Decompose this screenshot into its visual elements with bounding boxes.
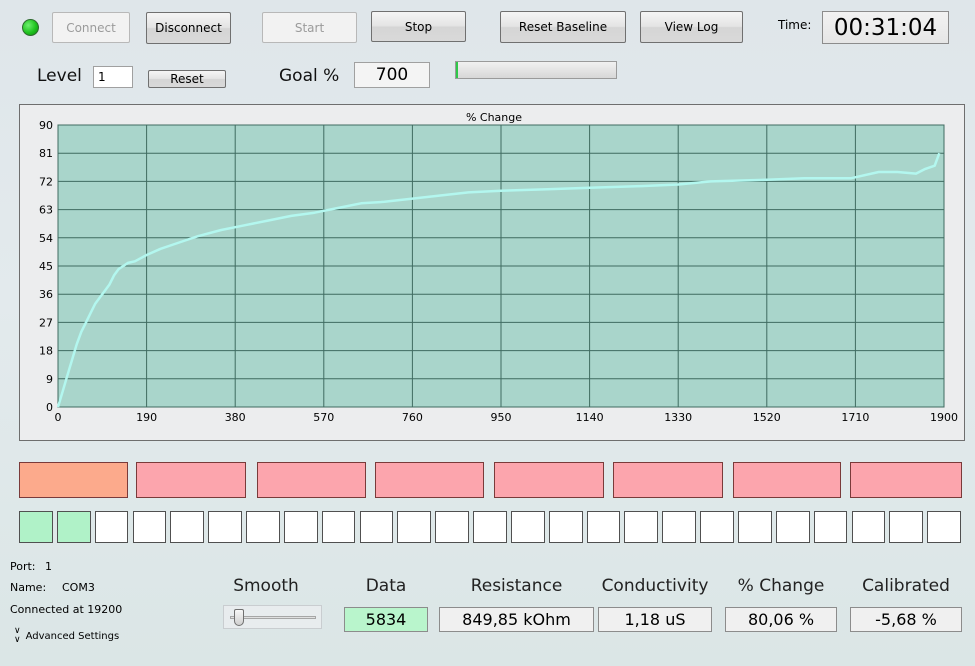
calibrated-label: Calibrated <box>862 576 950 596</box>
indicator-square <box>56 511 91 543</box>
level-input[interactable]: 1 <box>93 66 133 88</box>
x-tick-label: 570 <box>313 411 334 424</box>
x-tick-label: 1710 <box>841 411 869 424</box>
goal-progress-fill <box>456 62 458 78</box>
goal-progress-bar <box>455 61 617 79</box>
goal-value: 700 <box>354 62 430 88</box>
connection-status-text: Connected at 19200 <box>10 603 123 616</box>
x-tick-label: 760 <box>402 411 423 424</box>
advanced-settings-toggle[interactable]: ∨ ∨ Advanced Settings <box>14 627 119 645</box>
advanced-settings-label: Advanced Settings <box>25 630 120 642</box>
conductivity-value: 1,18 uS <box>598 607 712 632</box>
y-tick-label: 0 <box>46 401 53 414</box>
indicator-square <box>94 511 129 543</box>
level-block <box>494 462 604 498</box>
x-tick-label: 190 <box>136 411 157 424</box>
indicator-square <box>19 511 53 543</box>
indicator-square <box>889 511 924 543</box>
indicator-square <box>624 511 659 543</box>
indicator-square <box>283 511 318 543</box>
chart-panel: % Change 0 190 380 570 760 950 1140 1330 1520 171… <box>19 104 965 441</box>
level-value: 1 <box>98 70 106 84</box>
percent-change-value: 80,06 % <box>725 607 837 632</box>
smooth-slider[interactable] <box>223 605 322 629</box>
indicator-square <box>548 511 583 543</box>
smooth-label: Smooth <box>233 576 299 596</box>
connect-button[interactable]: Connect <box>52 12 130 43</box>
level-block <box>733 462 841 498</box>
data-label: Data <box>365 576 407 596</box>
indicator-square <box>321 511 356 543</box>
percent-change-label: % Change <box>737 576 825 596</box>
level-block <box>375 462 484 498</box>
stop-button[interactable]: Stop <box>371 11 466 42</box>
x-tick-label: 1900 <box>930 411 958 424</box>
elapsed-time-display: 00:31:04 <box>822 11 949 44</box>
resistance-value: 849,85 kOhm <box>439 607 594 632</box>
x-tick-label: 950 <box>491 411 512 424</box>
y-tick-label: 90 <box>39 119 53 132</box>
y-tick-label: 63 <box>39 204 53 217</box>
indicator-square <box>473 511 507 543</box>
y-tick-label: 81 <box>39 147 53 160</box>
level-block <box>19 462 128 498</box>
indicator-square <box>851 511 886 543</box>
time-label: Time: <box>778 18 812 32</box>
y-tick-label: 27 <box>39 316 53 329</box>
name-value: COM3 <box>62 581 95 594</box>
indicator-square <box>208 511 242 543</box>
start-button[interactable]: Start <box>262 12 357 43</box>
view-log-button[interactable]: View Log <box>640 11 743 43</box>
indicator-square <box>813 511 848 543</box>
x-tick-label: 1330 <box>664 411 692 424</box>
y-tick-label: 36 <box>39 288 53 301</box>
level-reset-button[interactable]: Reset <box>148 70 226 88</box>
x-tick-label: 380 <box>225 411 246 424</box>
indicator-square <box>246 511 280 543</box>
y-tick-label: 45 <box>39 260 53 273</box>
indicator-square <box>397 511 432 543</box>
name-label: Name: <box>10 581 47 594</box>
indicator-square <box>170 511 205 543</box>
indicator-square <box>738 511 772 543</box>
double-chevron-down-icon: ∨ ∨ <box>14 626 21 645</box>
x-tick-label: 1140 <box>576 411 604 424</box>
indicator-square <box>775 511 810 543</box>
level-block <box>257 462 366 498</box>
data-value: 5834 <box>344 607 428 632</box>
indicator-square <box>132 511 167 543</box>
conductivity-label: Conductivity <box>601 576 709 596</box>
disconnect-button[interactable]: Disconnect <box>146 12 231 44</box>
indicator-square <box>586 511 621 543</box>
y-tick-label: 54 <box>39 232 53 245</box>
x-tick-label: 0 <box>55 411 62 424</box>
indicator-square <box>510 511 545 543</box>
connection-status-led <box>22 19 39 36</box>
indicator-square <box>662 511 697 543</box>
port-label: Port: <box>10 560 36 573</box>
port-value: 1 <box>45 560 52 573</box>
y-tick-label: 72 <box>39 175 53 188</box>
indicator-square <box>435 511 469 543</box>
level-block <box>136 462 246 498</box>
indicator-square <box>359 511 394 543</box>
y-tick-label: 18 <box>39 345 53 358</box>
level-block <box>850 462 962 498</box>
level-block <box>613 462 723 498</box>
y-tick-label: 9 <box>46 373 53 386</box>
level-label: Level <box>37 66 82 86</box>
goal-label: Goal % <box>279 66 340 86</box>
resistance-label: Resistance <box>470 576 563 596</box>
indicator-square <box>927 511 961 543</box>
calibrated-value: -5,68 % <box>850 607 962 632</box>
x-tick-label: 1520 <box>753 411 781 424</box>
reset-baseline-button[interactable]: Reset Baseline <box>500 11 626 43</box>
smooth-slider-thumb[interactable] <box>233 609 244 626</box>
percent-change-chart: % Change 0 190 380 570 760 950 1140 1330 1520 171… <box>39 111 958 424</box>
chart-title: % Change <box>466 111 522 124</box>
indicator-square <box>700 511 734 543</box>
